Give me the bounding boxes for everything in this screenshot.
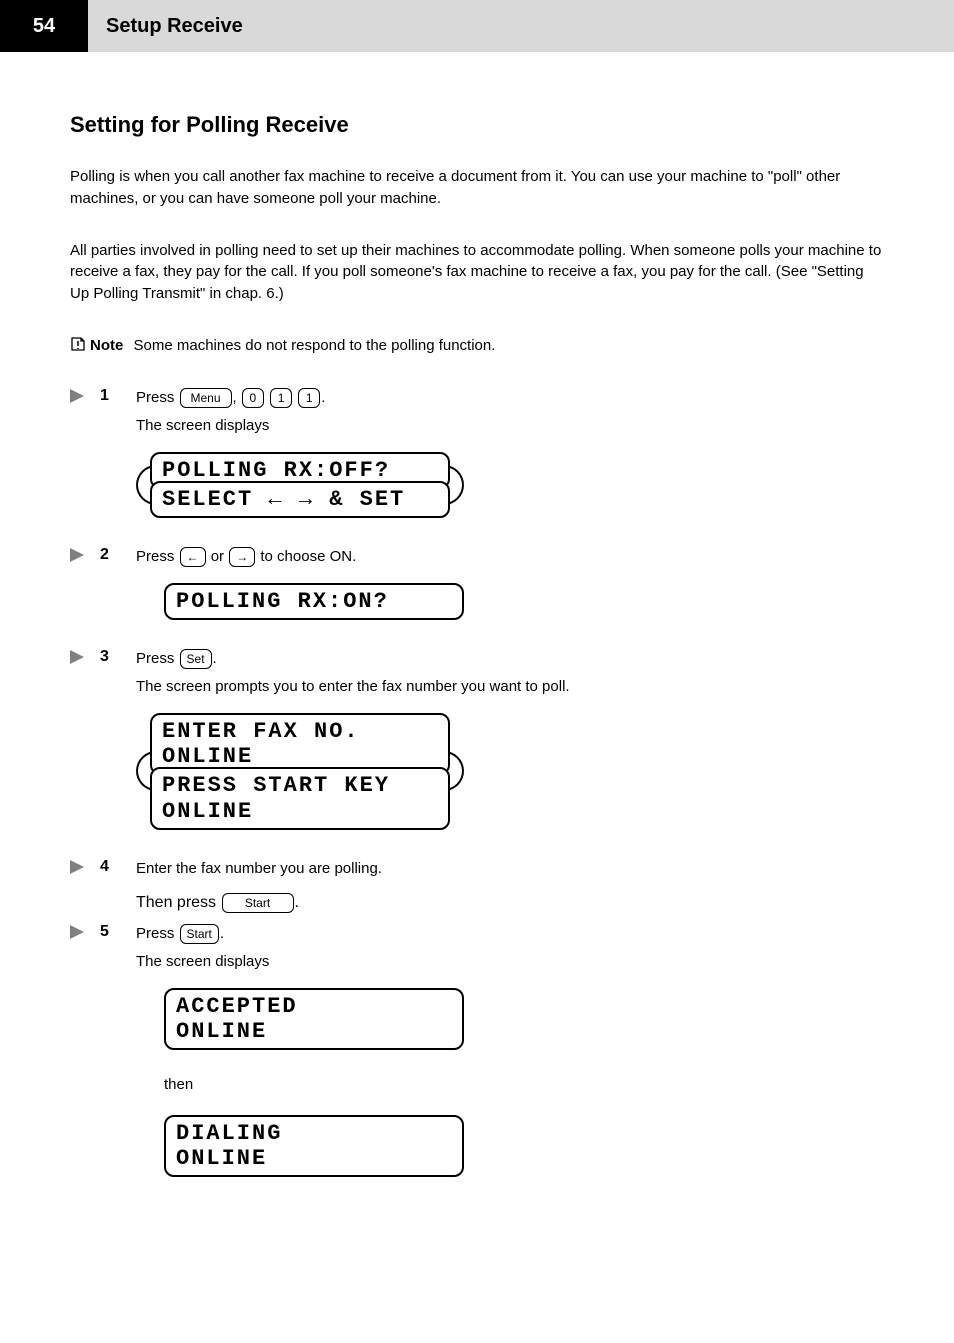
- step-1: 1 Press Menu, 0 1 1. The screen displays…: [70, 387, 884, 537]
- step-3-display: ENTER FAX NO. ONLINE PRESS START KEY ONL…: [150, 713, 450, 830]
- left-arrow-key: ←: [180, 547, 206, 567]
- step-5-then: then: [164, 1074, 884, 1097]
- step-arrow-icon: [70, 389, 84, 403]
- step-2-or: or: [211, 548, 224, 565]
- menu-key: Menu: [180, 388, 232, 408]
- page-content: Setting for Polling Receive Polling is w…: [0, 52, 954, 1245]
- note-icon: [70, 336, 86, 352]
- step-arrow-icon: [70, 548, 84, 562]
- note-label: Note: [90, 337, 123, 354]
- lcd-enter-fax: ENTER FAX NO. ONLINE: [150, 713, 450, 776]
- step-5-display-a: ACCEPTED ONLINE: [164, 988, 464, 1051]
- step-1-desc: The screen displays: [136, 415, 884, 438]
- step-5-display-b: DIALING ONLINE: [164, 1115, 464, 1178]
- digit-key-1b: 1: [298, 388, 320, 408]
- step-number: 3: [100, 648, 136, 666]
- lcd-dialing: DIALING ONLINE: [164, 1115, 464, 1178]
- start-key: Start: [180, 924, 219, 944]
- step-3: 3 Press Set. The screen prompts you to e…: [70, 648, 884, 848]
- step-5-desc: The screen displays: [136, 951, 884, 974]
- page-number: 54: [0, 0, 88, 52]
- step-3-desc: The screen prompts you to enter the fax …: [136, 676, 884, 699]
- step-2-text-pre: Press: [136, 548, 174, 565]
- digit-key-1a: 1: [270, 388, 292, 408]
- step-1-text: Press: [136, 389, 174, 406]
- step-2-text-post: to choose ON.: [260, 548, 356, 565]
- chapter-title: Setup Receive: [88, 15, 243, 38]
- step-arrow-icon: [70, 925, 84, 939]
- right-arrow-key: →: [229, 547, 255, 567]
- step-1-display: POLLING RX:OFF? SELECT ← → & SET: [150, 452, 450, 519]
- lcd-polling-on: POLLING RX:ON?: [164, 583, 464, 620]
- step-4-text: Enter the fax number you are polling.: [136, 858, 884, 881]
- step-2-display: POLLING RX:ON?: [164, 583, 464, 620]
- lcd-press-start: PRESS START KEY ONLINE: [150, 767, 450, 830]
- start-key: Start: [222, 893, 294, 913]
- step-number: 4: [100, 858, 136, 876]
- intro-paragraph-1: Polling is when you call another fax mac…: [70, 166, 884, 210]
- intro-paragraph-2: All parties involved in polling need to …: [70, 240, 884, 305]
- note-block: Note Some machines do not respond to the…: [70, 335, 884, 357]
- step-number: 5: [100, 923, 136, 941]
- set-key: Set: [180, 649, 212, 669]
- section-title: Setting for Polling Receive: [70, 112, 884, 138]
- step-4-sub: Then press Start.: [136, 893, 884, 913]
- lcd-select-set: SELECT ← → & SET: [150, 481, 450, 518]
- step-5: 5 Press Start. The screen displays ACCEP…: [70, 923, 884, 1196]
- step-3-text-pre: Press: [136, 650, 174, 667]
- step-arrow-icon: [70, 860, 84, 874]
- step-arrow-icon: [70, 650, 84, 664]
- lcd-accepted: ACCEPTED ONLINE: [164, 988, 464, 1051]
- step-number: 2: [100, 546, 136, 564]
- step-5-text-pre: Press: [136, 925, 174, 942]
- step-2: 2 Press ← or → to choose ON. POLLING RX:…: [70, 546, 884, 638]
- note-text: Some machines do not respond to the poll…: [134, 337, 496, 354]
- step-number: 1: [100, 387, 136, 405]
- digit-key-0: 0: [242, 388, 264, 408]
- step-4: 4 Enter the fax number you are polling.: [70, 858, 884, 887]
- page-header: 54 Setup Receive: [0, 0, 954, 52]
